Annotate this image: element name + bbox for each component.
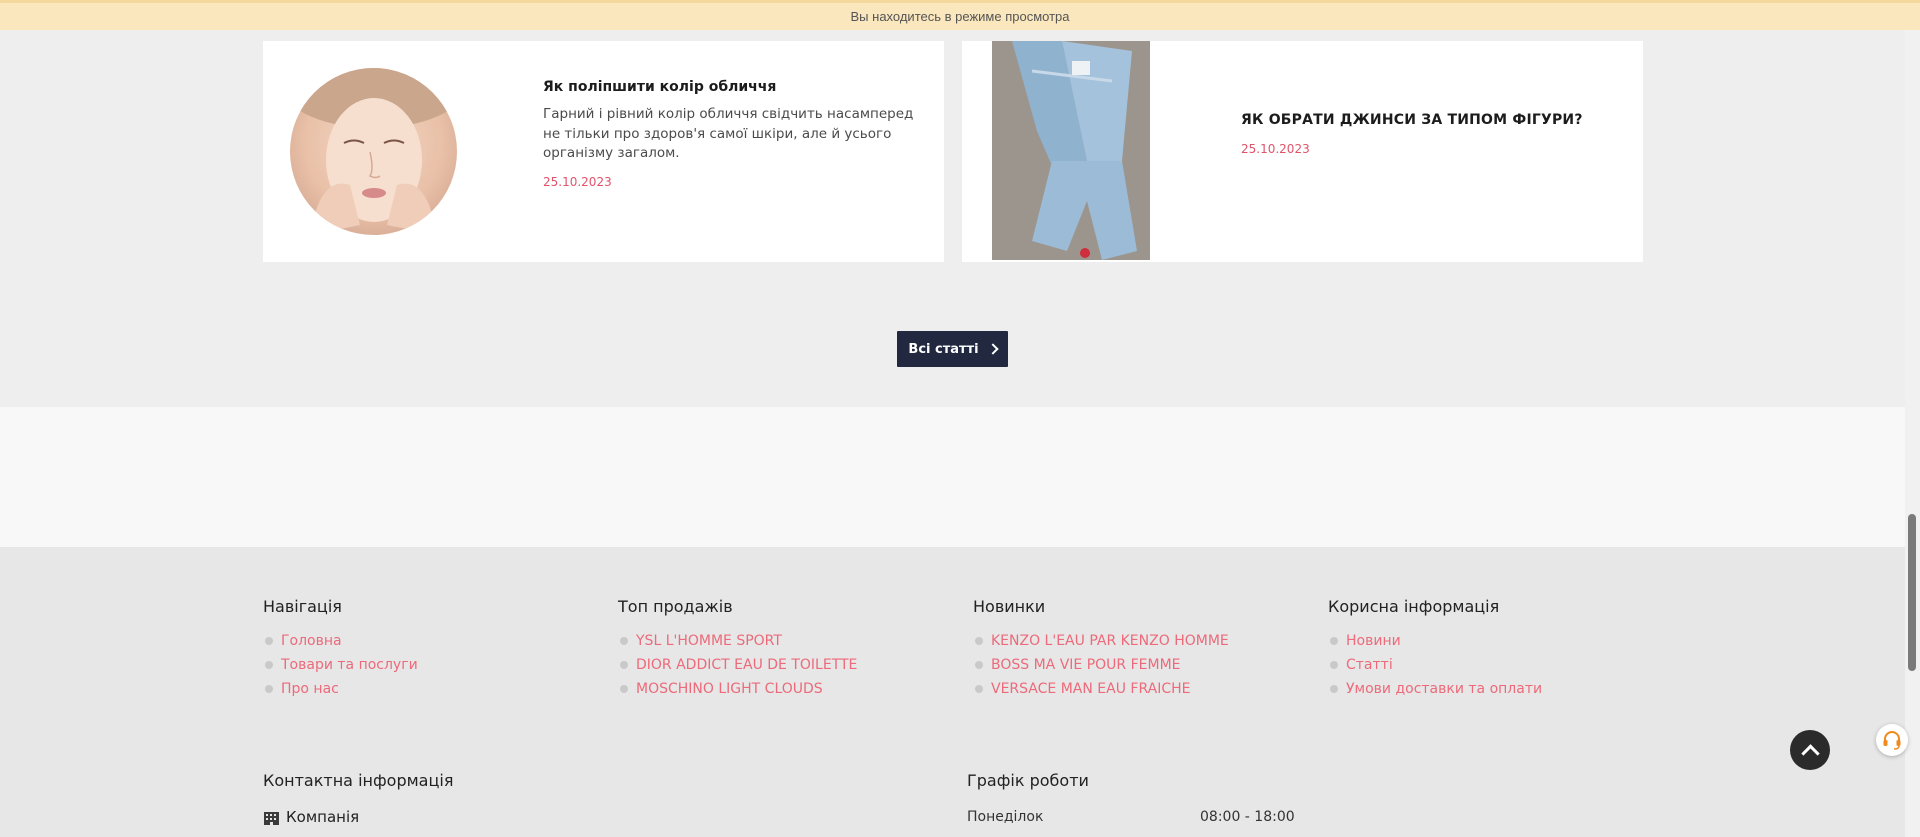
scrollbar-thumb[interactable]: [1908, 514, 1916, 671]
footer-link[interactable]: Про нас: [263, 677, 418, 701]
footer-column-new-arrivals: Новинки KENZO L'EAU PAR KENZO HOMME BOSS…: [973, 597, 1229, 701]
building-icon: [264, 811, 279, 825]
headset-icon: [1883, 731, 1901, 750]
empty-band: [0, 407, 1905, 547]
footer-link[interactable]: BOSS MA VIE POUR FEMME: [973, 653, 1229, 677]
footer-column-title: Новинки: [973, 597, 1046, 616]
footer-column-title: Корисна інформація: [1328, 597, 1500, 616]
schedule-hours: 08:00 - 18:00: [1200, 809, 1295, 825]
footer-column-navigation: Навігація Головна Товари та послуги Про …: [263, 597, 418, 701]
footer-link[interactable]: Новини: [1328, 629, 1542, 653]
scroll-to-top-button[interactable]: [1790, 730, 1830, 770]
article-date: 25.10.2023: [1241, 142, 1310, 156]
preview-mode-text: Вы находитесь в режиме просмотра: [850, 9, 1070, 24]
footer-link[interactable]: MOSCHINO LIGHT CLOUDS: [618, 677, 857, 701]
woman-face-photo: [290, 68, 457, 235]
jeans-photo: [992, 41, 1150, 260]
chevron-right-icon: [986, 343, 999, 355]
article-image-face[interactable]: [290, 68, 457, 235]
footer-column-title: Топ продажів: [618, 597, 733, 616]
footer-column-top-sales: Топ продажів YSL L'HOMME SPORT DIOR ADDI…: [618, 597, 857, 701]
all-articles-button[interactable]: Всі статті: [897, 331, 1008, 367]
article-date: 25.10.2023: [543, 175, 612, 189]
footer-column-title: Навігація: [263, 597, 342, 616]
article-title[interactable]: Як поліпшити колір обличчя: [543, 79, 776, 95]
schedule-title: Графік роботи: [967, 771, 1089, 790]
articles-section: Як поліпшити колір обличчя Гарний і рівн…: [0, 30, 1905, 407]
chevron-up-icon: [1800, 743, 1820, 763]
page-scrollbar[interactable]: [1905, 30, 1920, 837]
footer-link[interactable]: DIOR ADDICT EAU DE TOILETTE: [618, 653, 857, 677]
footer-link[interactable]: Умови доставки та оплати: [1328, 677, 1542, 701]
footer-link[interactable]: Товари та послуги: [263, 653, 418, 677]
article-title[interactable]: ЯК ОБРАТИ ДЖИНСИ ЗА ТИПОМ ФІГУРИ?: [1241, 112, 1583, 128]
company-row: Компанія: [263, 808, 359, 826]
footer-link[interactable]: YSL L'HOMME SPORT: [618, 629, 857, 653]
footer-column-useful-info: Корисна інформація Новини Статті Умови д…: [1328, 597, 1542, 701]
footer-link[interactable]: Головна: [263, 629, 418, 653]
footer-link[interactable]: VERSACE MAN EAU FRAICHE: [973, 677, 1229, 701]
footer-link[interactable]: KENZO L'EAU PAR KENZO HOMME: [973, 629, 1229, 653]
article-card[interactable]: ЯК ОБРАТИ ДЖИНСИ ЗА ТИПОМ ФІГУРИ? 25.10.…: [962, 41, 1643, 262]
article-card[interactable]: Як поліпшити колір обличчя Гарний і рівн…: [263, 41, 944, 262]
footer-link[interactable]: Статті: [1328, 653, 1542, 677]
all-articles-label: Всі статті: [908, 341, 979, 357]
preview-mode-banner: Вы находитесь в режиме просмотра: [0, 0, 1920, 30]
contacts-title: Контактна інформація: [263, 771, 454, 790]
article-description: Гарний і рівний колір обличчя свідчить н…: [543, 106, 914, 161]
company-label: Компанія: [286, 808, 360, 826]
schedule-day: Понеділок: [967, 809, 1044, 825]
support-chat-button[interactable]: [1876, 724, 1908, 756]
footer: Навігація Головна Товари та послуги Про …: [0, 547, 1905, 837]
article-image-jeans[interactable]: [992, 41, 1150, 260]
